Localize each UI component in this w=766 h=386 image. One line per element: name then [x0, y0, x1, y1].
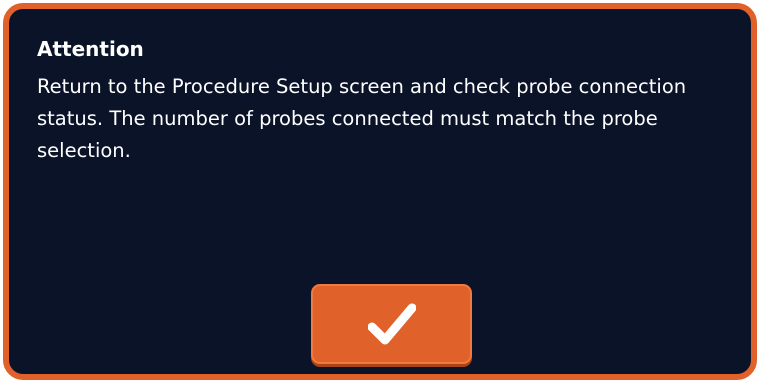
attention-dialog: Attention Return to the Procedure Setup … — [3, 3, 757, 380]
checkmark-icon — [367, 303, 416, 345]
confirm-button[interactable] — [311, 284, 472, 364]
dialog-title: Attention — [37, 37, 144, 61]
dialog-message: Return to the Procedure Setup screen and… — [37, 75, 687, 162]
